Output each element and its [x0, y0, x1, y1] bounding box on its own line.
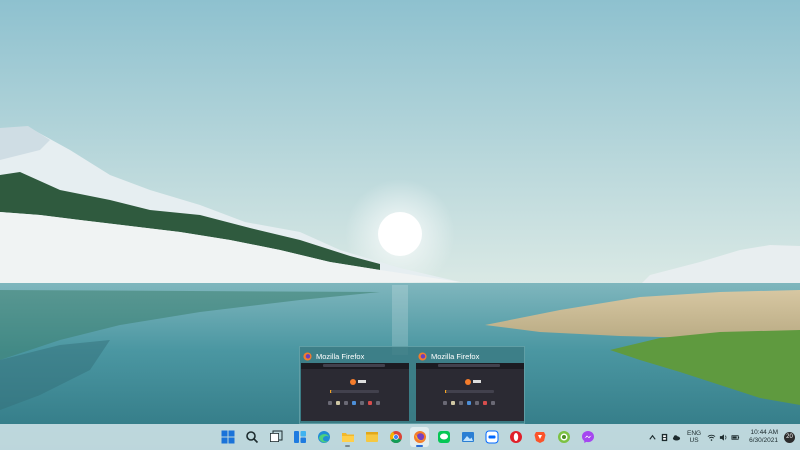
preview-toolbar — [301, 363, 409, 369]
preview-tile — [352, 401, 356, 405]
photos-button[interactable] — [458, 427, 477, 447]
preview-shortcut-tiles — [443, 401, 495, 405]
chrome-icon — [389, 431, 402, 444]
firefox-window-thumbnail[interactable]: Mozilla Firefox — [301, 347, 409, 423]
brave-button[interactable] — [530, 427, 549, 447]
file-explorer-button[interactable] — [338, 427, 357, 447]
notification-count: 20 — [786, 434, 793, 440]
start-button[interactable] — [218, 427, 237, 447]
onedrive-tray-button[interactable] — [671, 433, 683, 442]
preview-shortcut-tiles — [328, 401, 380, 405]
search-button[interactable] — [242, 427, 261, 447]
volume-button[interactable] — [717, 433, 729, 442]
wifi-icon — [707, 434, 715, 441]
preview-tile — [344, 401, 348, 405]
network-button[interactable] — [705, 433, 717, 442]
task-view-button[interactable] — [266, 427, 285, 447]
running-indicator — [345, 445, 350, 447]
preview-tile — [336, 401, 340, 405]
chevron-up-icon — [649, 434, 657, 440]
edge-icon — [317, 431, 330, 443]
coccoc-icon — [557, 431, 570, 443]
firefox-icon — [413, 431, 426, 443]
preview-search-box — [446, 390, 494, 393]
folder-icon — [341, 433, 354, 442]
clock-date: 6/30/2021 — [749, 437, 778, 444]
widgets-button[interactable] — [290, 427, 309, 447]
coccoc-button[interactable] — [554, 427, 573, 447]
preview-tile — [368, 401, 372, 405]
firefox-window-thumbnail[interactable]: Mozilla Firefox — [416, 347, 524, 423]
preview-tile — [360, 401, 364, 405]
opera-button[interactable] — [506, 427, 525, 447]
line-button[interactable] — [434, 427, 453, 447]
photos-icon — [461, 432, 474, 442]
preview-tile — [483, 401, 487, 405]
opera-icon — [509, 431, 522, 443]
show-hidden-icons-button[interactable] — [647, 433, 659, 442]
taskbar: ENG US 10:44 AM 6/30/2021 20 — [0, 424, 800, 450]
preview-tile — [328, 401, 332, 405]
clock[interactable]: 10:44 AM 6/30/2021 — [749, 429, 778, 445]
taskbar-thumbnail-group: Mozilla Firefox Mozilla Firefox — [299, 346, 525, 424]
thumbnail-preview — [301, 363, 409, 421]
preview-url-bar — [323, 364, 385, 367]
preview-search-box — [331, 390, 379, 393]
preview-firefox-logo — [350, 379, 356, 385]
brave-icon — [534, 432, 545, 443]
preview-logo-wordmark — [358, 380, 366, 383]
preview-tile — [443, 401, 447, 405]
keyboard-layout: US — [689, 437, 699, 444]
preview-tile — [376, 401, 380, 405]
preview-tile — [459, 401, 463, 405]
notification-badge[interactable]: 20 — [784, 431, 795, 443]
preview-url-bar — [438, 364, 500, 367]
preview-toolbar — [416, 363, 524, 369]
battery-icon — [731, 434, 739, 440]
firefox-icon — [418, 351, 427, 361]
preview-tile — [451, 401, 455, 405]
task-view-icon — [269, 430, 282, 442]
bkav-tray-button[interactable] — [659, 433, 671, 442]
language-code: ENG — [686, 430, 702, 437]
preview-tile — [467, 401, 471, 405]
messenger-icon — [581, 431, 594, 443]
messenger-button[interactable] — [578, 427, 597, 447]
firefox-button[interactable] — [410, 427, 429, 447]
search-icon — [245, 431, 258, 444]
sticky-notes-icon — [365, 432, 378, 442]
speaker-icon — [719, 433, 726, 441]
input-language-indicator[interactable]: ENG US — [687, 430, 701, 444]
line-icon — [437, 431, 450, 443]
bkav-icon — [662, 433, 668, 441]
thumbnail-title: Mozilla Firefox — [316, 351, 365, 361]
preview-firefox-logo — [465, 379, 471, 385]
sticky-notes-button[interactable] — [362, 427, 381, 447]
thumbnail-preview — [416, 363, 524, 421]
clock-time: 10:44 AM — [750, 429, 778, 436]
preview-tile — [475, 401, 479, 405]
edge-button[interactable] — [314, 427, 333, 447]
preview-tile — [491, 401, 495, 405]
widgets-icon — [293, 431, 306, 443]
taskbar-app-icons — [218, 427, 597, 447]
battery-button[interactable] — [729, 433, 741, 442]
chrome-button[interactable] — [386, 427, 405, 447]
windows-logo-icon — [221, 430, 234, 444]
system-tray: ENG US 10:44 AM 6/30/2021 20 — [647, 424, 800, 450]
running-indicator — [416, 445, 423, 447]
cloud-icon — [673, 434, 681, 441]
firefox-icon — [303, 351, 312, 361]
zalo-button[interactable] — [482, 427, 501, 447]
zalo-icon — [485, 430, 498, 444]
preview-logo-wordmark — [473, 380, 481, 383]
thumbnail-title: Mozilla Firefox — [431, 351, 480, 361]
